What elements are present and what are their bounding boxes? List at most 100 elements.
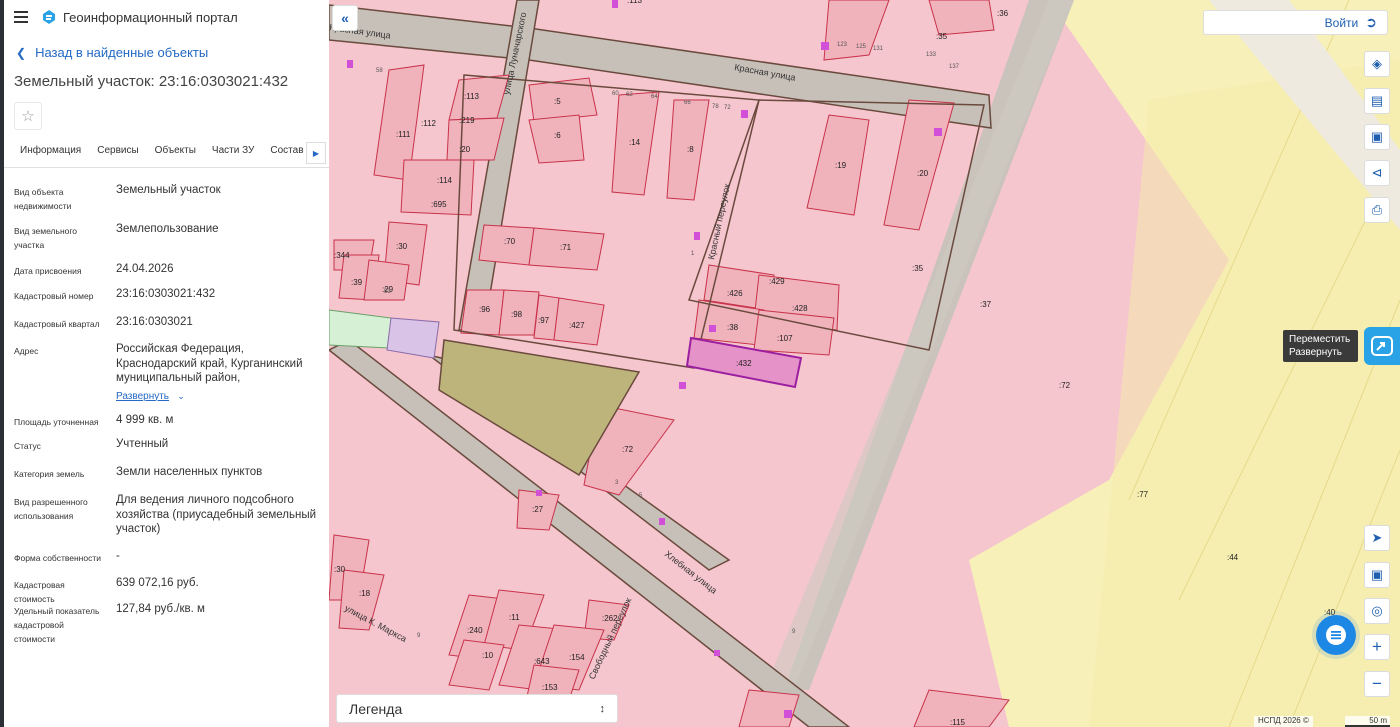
- svg-text:9: 9: [417, 633, 421, 639]
- svg-text:58: 58: [376, 68, 383, 74]
- attr-value: Для ведения личного подсобного хозяйства…: [116, 494, 317, 535]
- green-area: [329, 309, 392, 349]
- attr-label: Вид земельного участка: [14, 226, 78, 250]
- copyright: НСПД 2026 ©: [1254, 716, 1313, 727]
- geolocation-button[interactable]: ◎: [1364, 598, 1390, 624]
- select-area-button[interactable]: ▣: [1364, 124, 1390, 150]
- legend-dropdown[interactable]: Легенда ↕: [336, 694, 618, 723]
- logo-icon: [43, 10, 55, 24]
- svg-text:78: 78: [712, 104, 719, 110]
- attr-label: Кадастровый номер: [14, 291, 94, 301]
- svg-text::153: :153: [542, 683, 558, 692]
- svg-text::344: :344: [334, 251, 350, 260]
- svg-text::112: :112: [421, 119, 437, 128]
- svg-text::72: :72: [622, 445, 634, 454]
- legend-label: Легенда: [349, 700, 403, 717]
- zoom-in-button[interactable]: +: [1364, 634, 1390, 660]
- ruler-icon: ▤: [1370, 93, 1384, 108]
- attr-value: Земли населенных пунктов: [116, 466, 263, 478]
- attr-label: Площадь уточненная: [14, 417, 99, 427]
- print-icon: ⎙: [1371, 202, 1383, 217]
- svg-text::426: :426: [727, 289, 743, 298]
- tab-info[interactable]: Информация: [4, 141, 91, 167]
- attr-label: Форма собственности: [14, 553, 101, 563]
- svg-text::72: :72: [1059, 381, 1071, 390]
- tabs-scroll-button[interactable]: ▶: [306, 142, 326, 164]
- print-button[interactable]: ⎙: [1364, 197, 1390, 223]
- svg-text::39: :39: [351, 278, 363, 287]
- expand-link[interactable]: Развернуть: [116, 391, 169, 402]
- chat-button[interactable]: [1316, 615, 1356, 655]
- attr-label: Удельный показатель кадастровой стоимост…: [14, 606, 100, 644]
- attr-value: 24.04.2026: [116, 263, 174, 275]
- collapse-panel-button[interactable]: «: [332, 5, 358, 31]
- menu-icon[interactable]: [14, 11, 30, 23]
- svg-text::19: :19: [835, 161, 847, 170]
- tab-objects[interactable]: Объекты: [149, 141, 206, 167]
- svg-text::36: :36: [997, 9, 1009, 18]
- roads: [329, 0, 992, 727]
- move-expand-icon: [1371, 336, 1393, 356]
- svg-text::107: :107: [777, 334, 793, 343]
- select-area-icon: ▣: [1370, 129, 1384, 144]
- attr-label: Категория земель: [14, 469, 85, 479]
- svg-text:137: 137: [949, 64, 960, 70]
- svg-text::71: :71: [560, 243, 572, 252]
- scale-bar: 50 m: [1345, 716, 1390, 727]
- attr-value: 23:16:0303021:432: [116, 288, 216, 300]
- attr-value: Землепользование: [116, 223, 219, 235]
- svg-text::695: :695: [431, 200, 447, 209]
- svg-text::98: :98: [511, 310, 523, 319]
- svg-text::113: :113: [627, 0, 643, 5]
- tab-services[interactable]: Сервисы: [91, 141, 148, 167]
- layers-button[interactable]: ◈: [1364, 51, 1390, 77]
- locate-icon: ➤: [1371, 530, 1383, 545]
- attr-value: Земельный участок: [116, 184, 221, 196]
- svg-text::27: :27: [532, 505, 544, 514]
- expand-address[interactable]: Развернуть ⌄: [116, 389, 321, 405]
- svg-text::10: :10: [482, 651, 494, 660]
- map-view[interactable]: Красная улица улица Луначарского Красный…: [329, 0, 1400, 727]
- svg-text::20: :20: [917, 169, 929, 178]
- svg-text::8: :8: [687, 145, 694, 154]
- favorite-button[interactable]: ☆: [14, 102, 42, 130]
- zoom-out-button[interactable]: −: [1364, 671, 1390, 697]
- attr-value: 127,84 руб./кв. м: [116, 603, 205, 615]
- back-link[interactable]: ❮ Назад в найденные объекты: [4, 45, 329, 60]
- info-panel: Геоинформационный портал ❮ Назад в найде…: [4, 0, 329, 727]
- app-title: Геоинформационный портал: [63, 9, 238, 25]
- attr-label: Кадастровая стоимость: [14, 580, 65, 604]
- ruler-button[interactable]: ▤: [1364, 88, 1390, 114]
- svg-text::114: :114: [437, 176, 453, 185]
- svg-text::5: :5: [554, 97, 561, 106]
- svg-text::113: :113: [464, 92, 480, 101]
- locate-button[interactable]: ➤: [1364, 525, 1390, 551]
- login-button[interactable]: Войти ➲: [1203, 10, 1388, 35]
- svg-text::20: :20: [459, 145, 471, 154]
- svg-text::70: :70: [504, 237, 516, 246]
- move-expand-button[interactable]: [1364, 327, 1400, 365]
- svg-text::6: :6: [554, 131, 561, 140]
- svg-text::35: :35: [912, 264, 924, 273]
- svg-text::432: :432: [736, 359, 752, 368]
- svg-text:62: 62: [626, 92, 633, 98]
- tooltip-line-1: Переместить: [1289, 334, 1351, 345]
- login-icon: ➲: [1365, 14, 1377, 30]
- svg-text:60: 60: [612, 91, 619, 97]
- svg-text::30: :30: [334, 565, 346, 574]
- minimap-button[interactable]: ▣: [1364, 562, 1390, 588]
- share-icon: ⊲: [1371, 165, 1383, 180]
- attr-value: Учтенный: [116, 438, 169, 450]
- login-label: Войти: [1324, 15, 1359, 30]
- svg-text::37: :37: [980, 300, 992, 309]
- chat-icon: [1326, 625, 1346, 645]
- svg-text::111: :111: [396, 130, 411, 139]
- svg-text:66: 66: [684, 100, 691, 106]
- tab-parts[interactable]: Части ЗУ: [206, 141, 264, 167]
- svg-text::35: :35: [936, 32, 948, 41]
- attr-label: Вид объекта недвижимости: [14, 187, 72, 211]
- share-button[interactable]: ⊲: [1364, 160, 1390, 186]
- map-canvas[interactable]: Красная улица улица Луначарского Красный…: [329, 0, 1400, 727]
- svg-text:123: 123: [837, 42, 848, 48]
- svg-text::97: :97: [538, 316, 550, 325]
